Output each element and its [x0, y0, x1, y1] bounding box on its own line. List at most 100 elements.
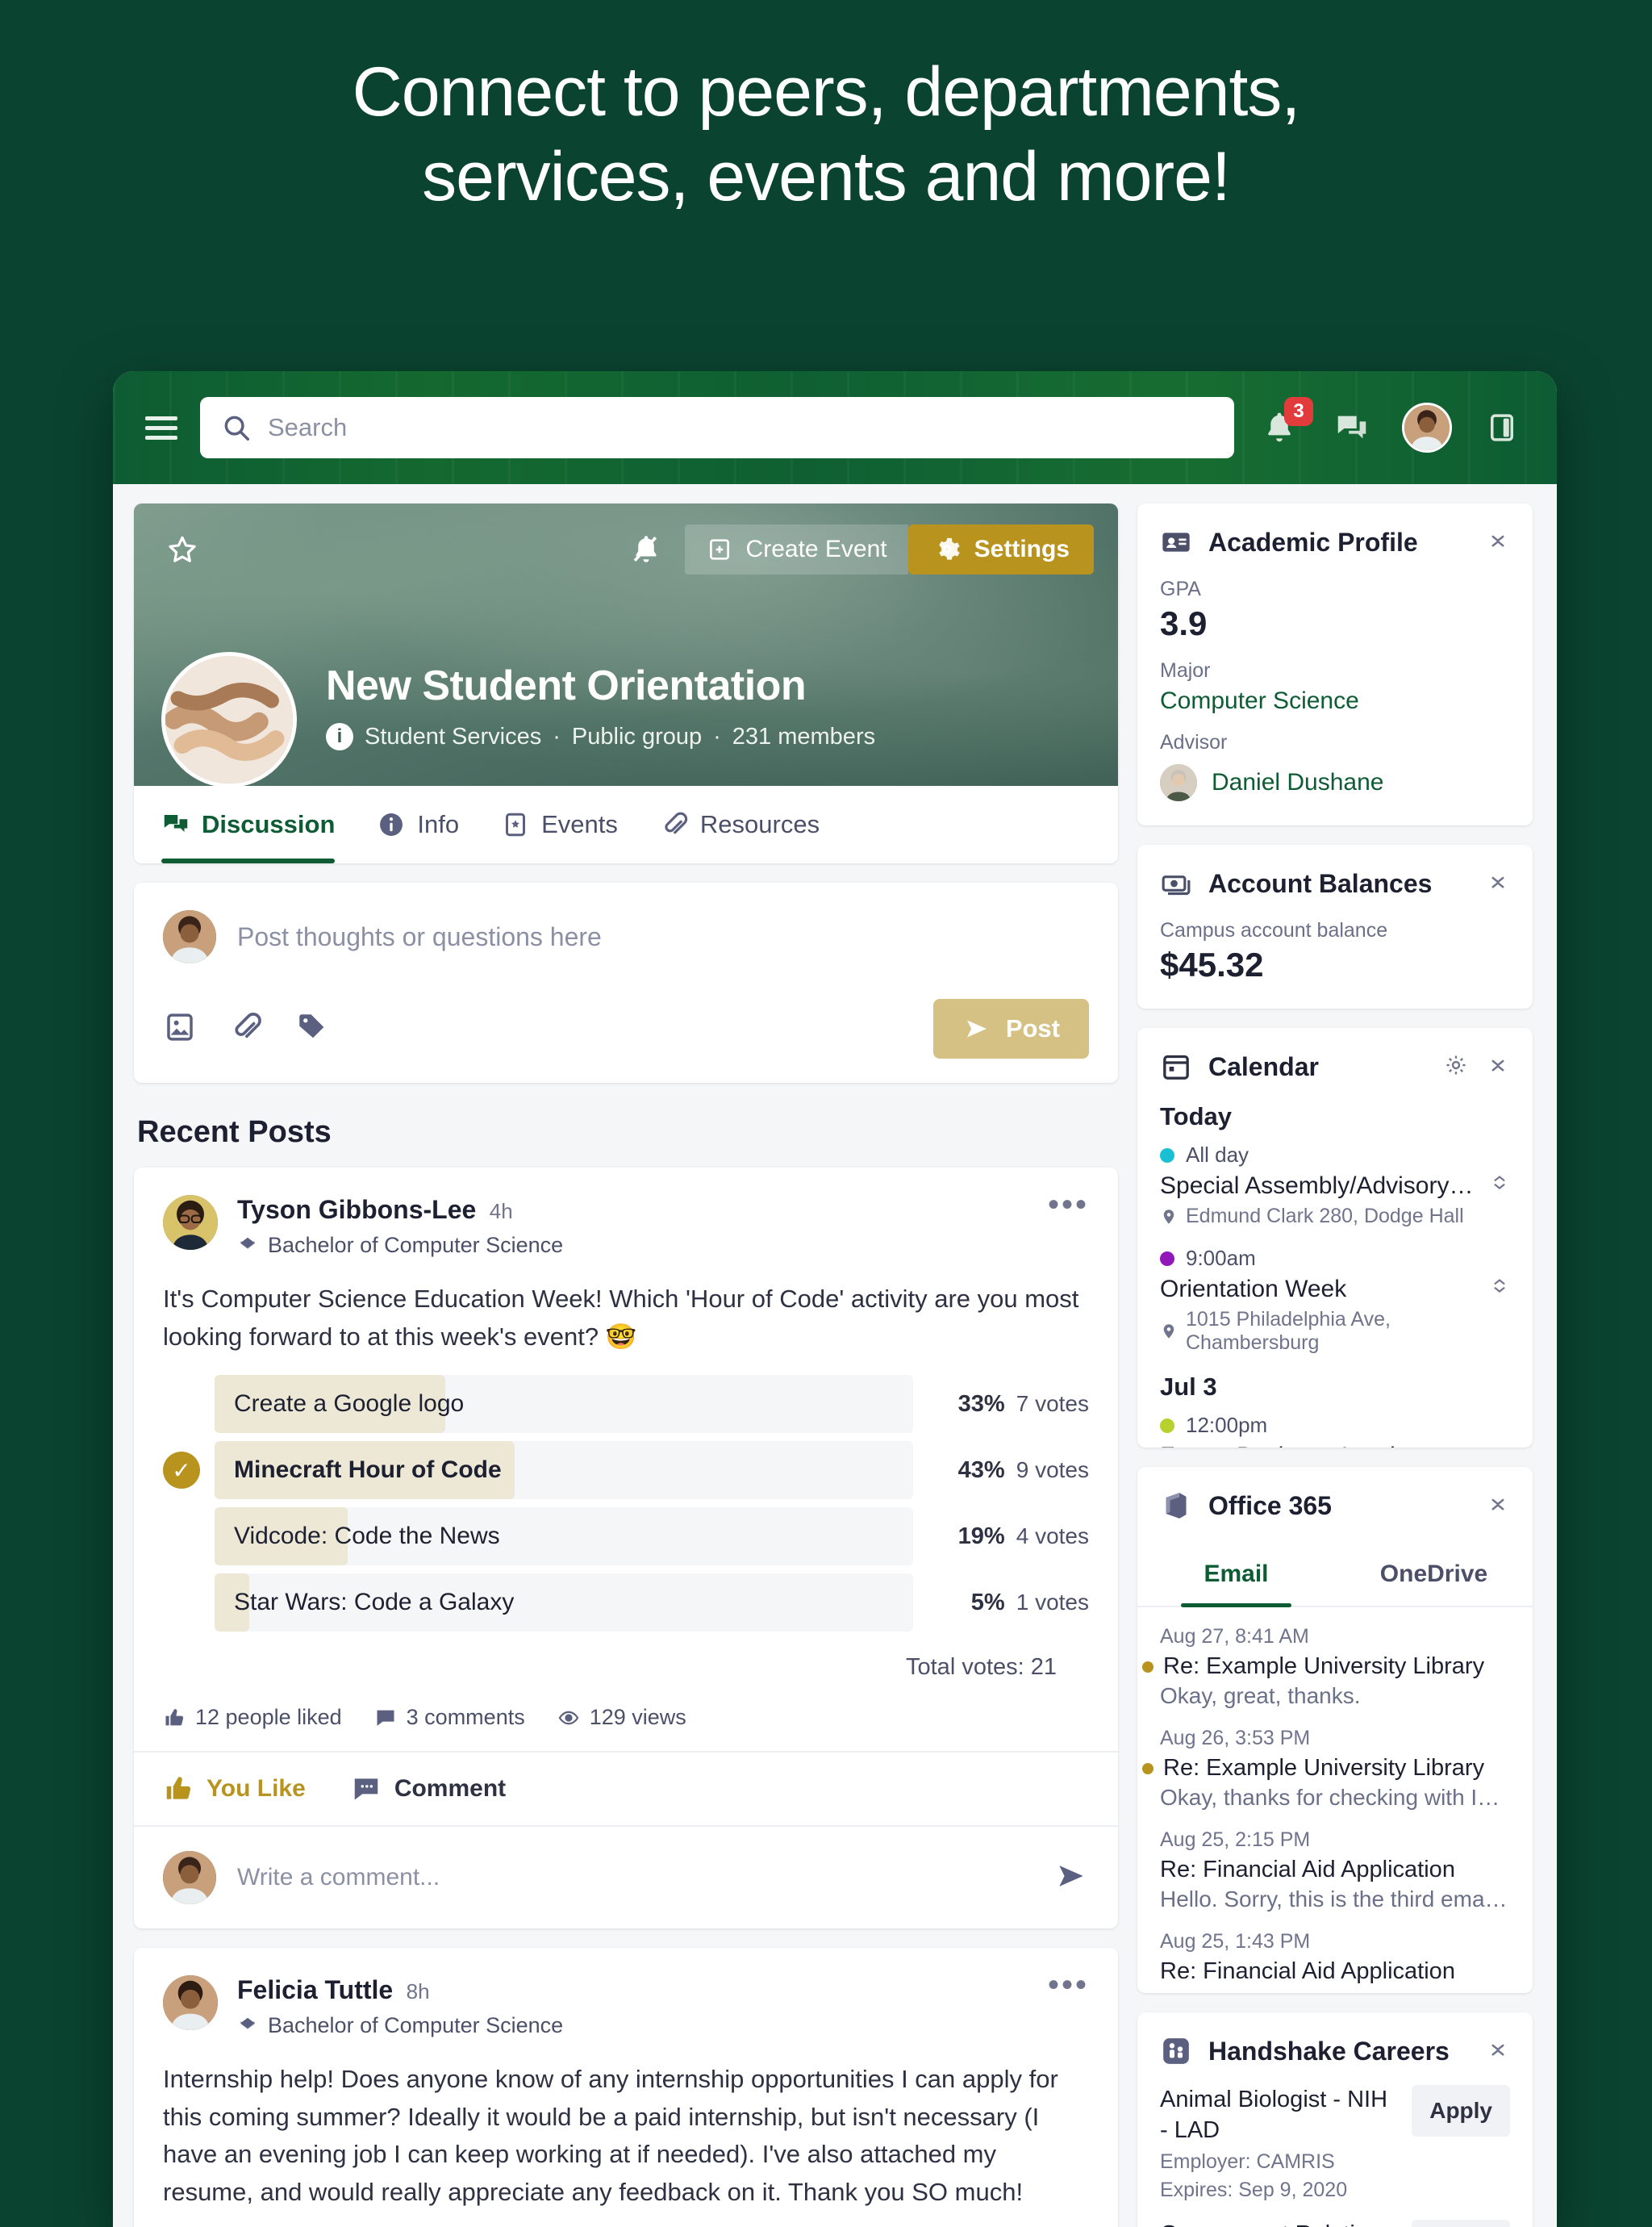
- post-author-name[interactable]: Tyson Gibbons-Lee: [237, 1195, 476, 1224]
- tab-email[interactable]: Email: [1137, 1540, 1335, 1607]
- post-comments-count: 3 comments: [374, 1705, 525, 1730]
- top-navigation-bar: Search 3: [113, 371, 1557, 484]
- poll-selected-check-icon: ✓: [163, 1452, 200, 1489]
- notifications-bell-icon[interactable]: 3: [1257, 397, 1313, 450]
- event-time: 12:00pm: [1186, 1413, 1268, 1437]
- post-views-count: 129 views: [557, 1705, 686, 1730]
- comment-input[interactable]: Write a comment...: [237, 1864, 1032, 1891]
- event-time: All day: [1186, 1143, 1249, 1167]
- gear-icon[interactable]: [1444, 1053, 1468, 1081]
- account-balances-card: Account Balances Campus account balance …: [1137, 845, 1533, 1009]
- composer-input[interactable]: Post thoughts or questions here: [237, 922, 602, 952]
- tab-info-label: Info: [417, 810, 460, 838]
- chat-icon[interactable]: [1329, 405, 1375, 450]
- post-composer: Post thoughts or questions here Post: [134, 883, 1118, 1083]
- post-button-label: Post: [1005, 1014, 1060, 1042]
- email-item[interactable]: Aug 25, 2:15 PM Re: Financial Aid Applic…: [1137, 1811, 1533, 1912]
- group-header-actions: Create Event Settings: [161, 524, 1094, 575]
- job-title[interactable]: Government Relations Internship (Fall 20…: [1160, 2220, 1397, 2227]
- calendar-day-heading: Jul 3: [1160, 1373, 1217, 1401]
- tab-resources[interactable]: Resources: [660, 786, 841, 863]
- comment-bubble-icon: [374, 1707, 397, 1729]
- tab-events-label: Events: [541, 810, 618, 838]
- apply-button[interactable]: Apply: [1412, 2220, 1510, 2227]
- notification-badge: 3: [1284, 397, 1313, 426]
- post-button[interactable]: Post: [932, 999, 1089, 1059]
- event-location: 1015 Philadelphia Ave, Chambersburg: [1186, 1308, 1391, 1354]
- major-value[interactable]: Computer Science: [1160, 687, 1510, 715]
- right-sidebar: Academic Profile GPA 3.9 Major Computer …: [1137, 503, 1533, 2227]
- tab-discussion[interactable]: Discussion: [161, 786, 356, 863]
- event-expand-icon[interactable]: [1489, 1170, 1510, 1198]
- nav-icon-group: 3: [1257, 397, 1525, 453]
- office-icon: [1160, 1490, 1192, 1522]
- collapse-chevron-icon[interactable]: [1486, 2037, 1510, 2066]
- tag-icon[interactable]: [295, 1010, 329, 1048]
- post-options-icon[interactable]: •••: [1048, 1969, 1089, 2001]
- post-attachment[interactable]: Resume.pdf: [134, 2211, 1118, 2227]
- email-item[interactable]: Aug 25, 1:43 PM Re: Financial Aid Applic…: [1137, 1912, 1533, 1985]
- like-button[interactable]: You Like: [163, 1774, 306, 1804]
- post-author-avatar: [163, 1975, 218, 2030]
- promo-line-1: Connect to peers, departments,: [352, 53, 1301, 131]
- poll-option[interactable]: ✓ Minecraft Hour of Code 43% 9 votes: [163, 1441, 1089, 1499]
- tab-events[interactable]: Events: [501, 786, 639, 863]
- job-title[interactable]: Animal Biologist - NIH - LAD: [1160, 2085, 1397, 2146]
- post-author-name[interactable]: Felicia Tuttle: [237, 1975, 393, 2004]
- poll-check-placeholder: [163, 1385, 200, 1423]
- collapse-chevron-icon[interactable]: [1486, 1053, 1510, 1081]
- comment-button[interactable]: Comment: [351, 1774, 506, 1804]
- tab-onedrive[interactable]: OneDrive: [1335, 1540, 1533, 1606]
- email-item[interactable]: Aug 26, 3:53 PM Re: Example University L…: [1137, 1709, 1533, 1811]
- email-item[interactable]: Aug 27, 8:41 AM Re: Example University L…: [1137, 1607, 1533, 1709]
- promo-headline: Connect to peers, departments, services,…: [0, 0, 1652, 219]
- image-icon[interactable]: [163, 1010, 197, 1048]
- create-event-button[interactable]: Create Event: [684, 524, 908, 575]
- office365-title: Office 365: [1208, 1490, 1332, 1520]
- comment-bubble-icon: [351, 1774, 382, 1804]
- hamburger-menu-icon[interactable]: [145, 416, 177, 440]
- office365-card: Office 365 Email OneDrive Aug 27, 8:41 A…: [1137, 1467, 1533, 1993]
- calendar-event[interactable]: 12:00pm Future Business Leaders of Ameri…: [1160, 1413, 1510, 1448]
- likes-text: 12 people liked: [195, 1705, 342, 1729]
- tab-info[interactable]: Info: [377, 786, 480, 863]
- post-author-avatar: [163, 1195, 218, 1250]
- group-members: 231 members: [732, 723, 876, 750]
- post-options-icon[interactable]: •••: [1048, 1189, 1089, 1221]
- poll-option[interactable]: Star Wars: Code a Galaxy 5% 1 votes: [163, 1573, 1089, 1632]
- event-expand-icon[interactable]: [1489, 1273, 1510, 1302]
- poll-check-placeholder: [163, 1518, 200, 1555]
- event-color-dot: [1160, 1418, 1174, 1433]
- bell-off-icon[interactable]: [625, 529, 667, 570]
- composer-avatar: [163, 910, 216, 963]
- search-input[interactable]: Search: [200, 397, 1234, 458]
- handshake-careers-card: Handshake Careers Animal Biologist - NIH…: [1137, 2012, 1533, 2227]
- handshake-title: Handshake Careers: [1208, 2036, 1450, 2066]
- group-avatar: [161, 652, 297, 788]
- group-privacy: Public group: [571, 723, 703, 750]
- apply-button[interactable]: Apply: [1412, 2085, 1510, 2137]
- panel-toggle-icon[interactable]: [1479, 405, 1525, 450]
- settings-button[interactable]: Settings: [907, 524, 1094, 575]
- calendar-event[interactable]: All day Special Assembly/Advisory Sched……: [1160, 1143, 1510, 1228]
- star-icon[interactable]: [161, 529, 203, 570]
- collapse-chevron-icon[interactable]: [1486, 529, 1510, 557]
- collapse-chevron-icon[interactable]: [1486, 1492, 1510, 1520]
- event-color-dot: [1160, 1147, 1174, 1163]
- meta-sep-2: ·: [713, 723, 721, 750]
- avatar[interactable]: [1402, 403, 1452, 453]
- attachment-icon[interactable]: [229, 1010, 263, 1048]
- calendar-event[interactable]: 9:00am Orientation Week 1015 Philadelphi…: [1160, 1246, 1510, 1355]
- event-title: Orientation Week: [1160, 1276, 1347, 1302]
- poll-option[interactable]: Vidcode: Code the News 19% 4 votes: [163, 1507, 1089, 1565]
- search-icon: [221, 412, 252, 443]
- collapse-chevron-icon[interactable]: [1486, 870, 1510, 898]
- location-pin-icon: [1160, 1208, 1178, 1226]
- post-text: Internship help! Does anyone know of any…: [163, 2065, 1058, 2206]
- advisor-name[interactable]: Daniel Dushane: [1212, 769, 1383, 796]
- send-comment-icon[interactable]: [1053, 1858, 1089, 1898]
- views-text: 129 views: [589, 1705, 686, 1729]
- email-preview: Okay, thanks for checking with IT. I di…: [1160, 1785, 1510, 1810]
- job-employer: Employer: CAMRIS: [1160, 2150, 1335, 2174]
- poll-option[interactable]: Create a Google logo 33% 7 votes: [163, 1375, 1089, 1433]
